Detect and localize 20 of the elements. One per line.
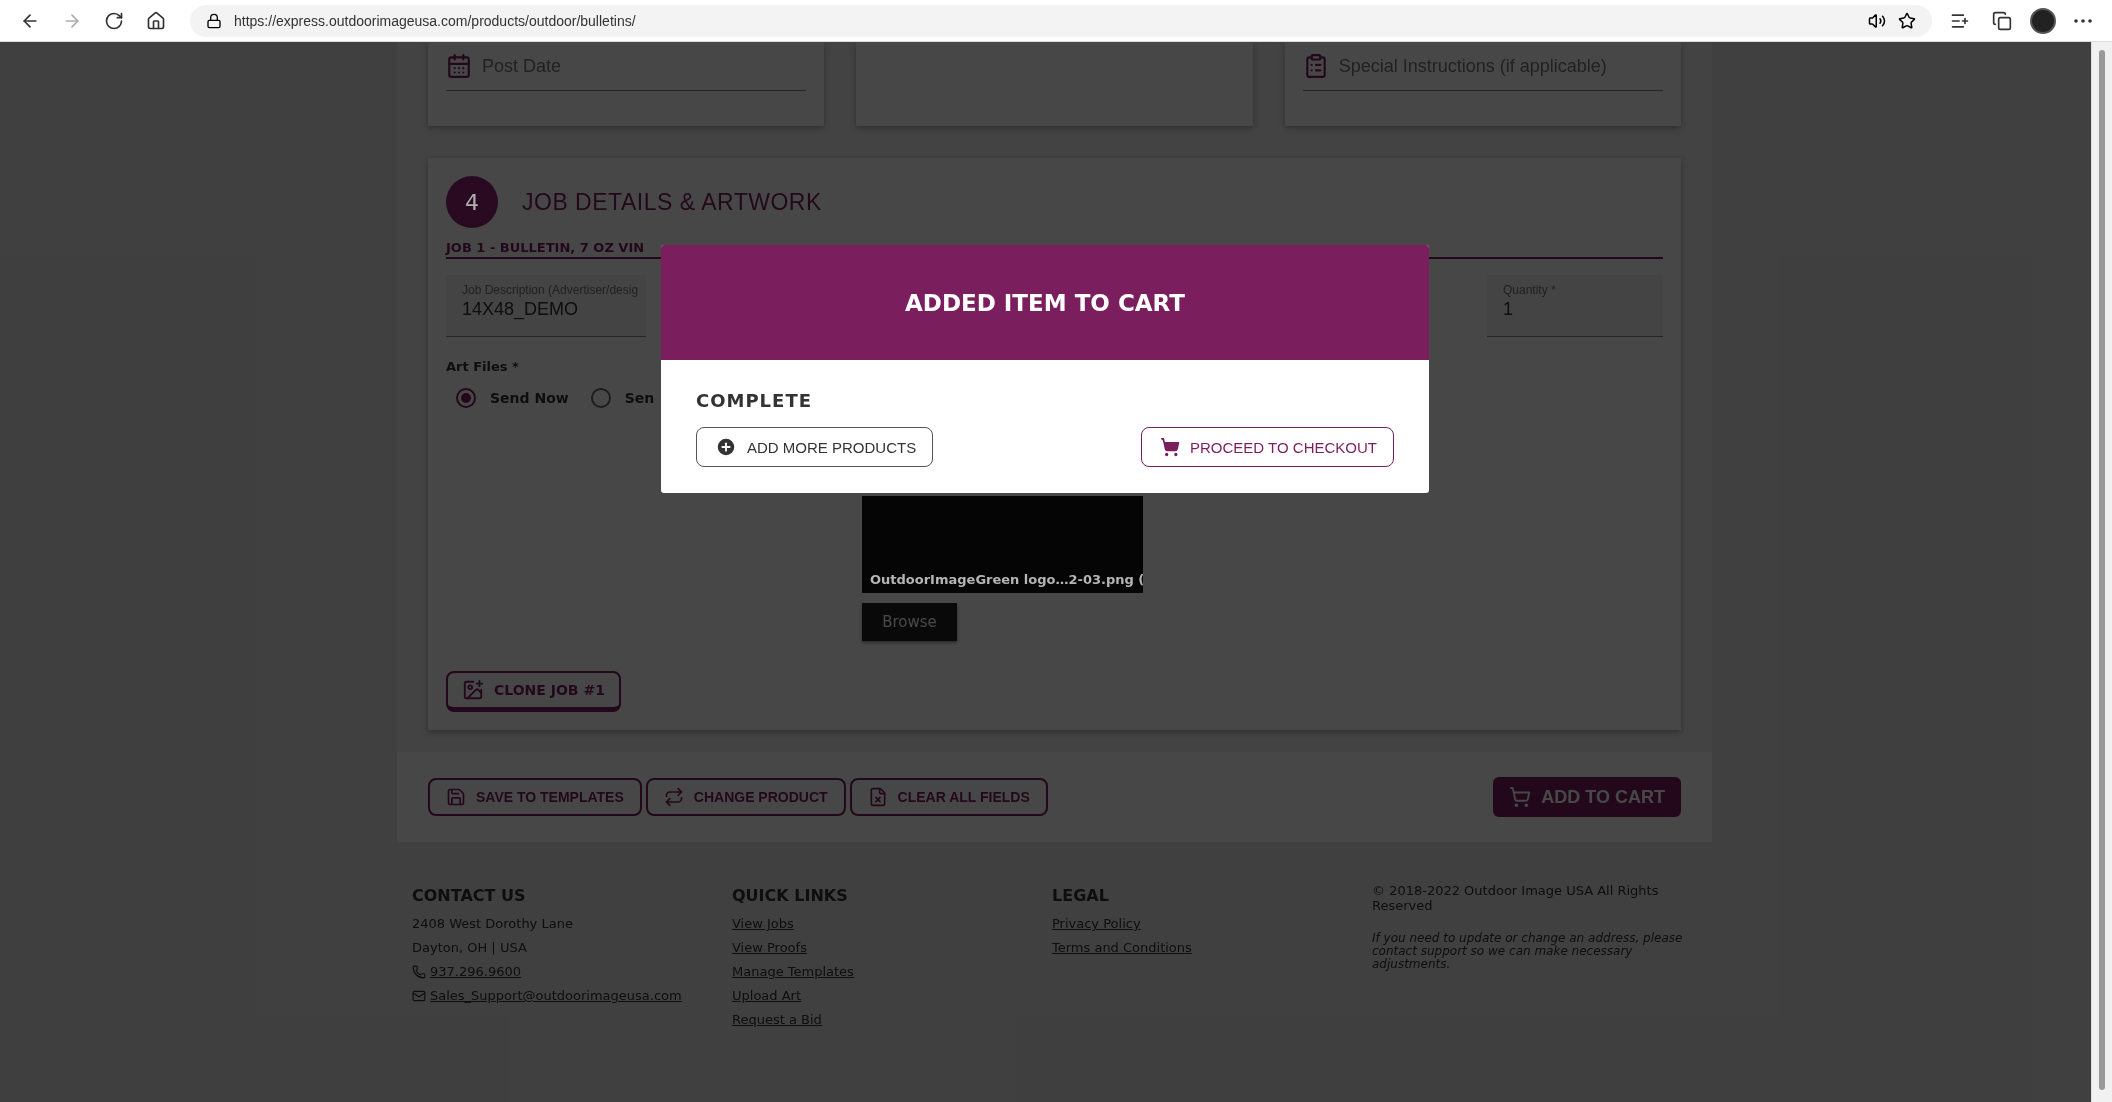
speaker-icon[interactable] — [1868, 11, 1886, 30]
plus-icon — [715, 436, 737, 458]
url-text: https://express.outdoorimageusa.com/products/outdoor/bulletins/ — [234, 12, 636, 29]
checkout-button[interactable]: PROCEED TO CHECKOUT — [1141, 427, 1394, 467]
lock-icon — [206, 12, 222, 29]
refresh-icon — [104, 10, 124, 31]
profile-avatar[interactable] — [2030, 7, 2056, 34]
add-products-button[interactable]: ADD MORE PRODUCTS — [696, 427, 934, 467]
address-bar[interactable]: https://express.outdoorimageusa.com/products/outdoor/bulletins/ — [190, 4, 1932, 37]
copy-icon — [1992, 10, 2012, 31]
scrollbar-thumb[interactable] — [2099, 50, 2105, 1090]
cart-icon — [1160, 437, 1180, 457]
home-icon — [146, 10, 166, 31]
file-name: OutdoorImageGreen logo…2-03.png ( — [869, 572, 1143, 589]
more-icon — [2074, 18, 2092, 23]
field-label: Art Files * — [446, 359, 520, 374]
status-text: COMPLETE — [696, 390, 813, 411]
section-title: JOB DETAILS & ARTWORK — [522, 188, 822, 216]
star-icon[interactable] — [1898, 11, 1916, 30]
dialog-title: ADDED ITEM TO CART — [905, 289, 1185, 316]
